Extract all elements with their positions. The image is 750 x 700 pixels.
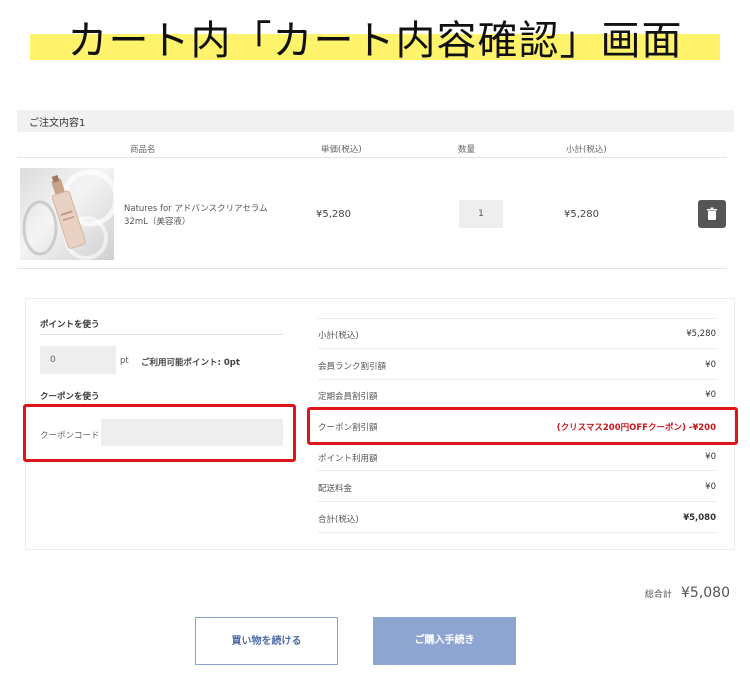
divider — [17, 268, 727, 269]
divider — [40, 334, 283, 335]
points-unit: pt — [120, 356, 129, 366]
summary-value-shipping: ¥0 — [705, 482, 716, 492]
grand-total: 総合計 ¥5,080 — [645, 582, 730, 601]
divider — [17, 157, 727, 158]
summary-label-rank-discount: 会員ランク割引額 — [318, 362, 387, 372]
divider — [318, 379, 716, 380]
product-name[interactable]: Natures for アドバンスクリアセラム 32mL（美容液） — [124, 203, 299, 229]
checkout-button[interactable]: ご購入手続き — [373, 617, 516, 665]
summary-value-rank-discount: ¥0 — [705, 360, 716, 370]
summary-label-subtotal: 小計(税込) — [318, 331, 359, 341]
divider — [318, 348, 716, 349]
column-header-quantity: 数量 — [458, 145, 476, 155]
summary-value-total: ¥5,080 — [683, 513, 716, 523]
column-header-product: 商品名 — [130, 145, 156, 155]
summary-label-points-used: ポイント利用額 — [318, 454, 378, 464]
product-subtotal: ¥5,280 — [564, 209, 599, 220]
coupon-discount-annotation-box — [307, 407, 738, 445]
summary-value-subscription-discount: ¥0 — [705, 390, 716, 400]
continue-shopping-button[interactable]: 買い物を続ける — [195, 617, 338, 665]
summary-label-total: 合計(税込) — [318, 515, 359, 525]
points-heading: ポイントを使う — [40, 320, 100, 330]
product-unit-price: ¥5,280 — [316, 209, 351, 220]
order-section-title: ご注文内容1 — [29, 118, 86, 129]
coupon-annotation-box — [23, 404, 296, 462]
coupon-heading: クーポンを使う — [40, 392, 100, 402]
summary-value-subtotal: ¥5,280 — [686, 329, 716, 339]
summary-value-points-used: ¥0 — [705, 452, 716, 462]
divider — [318, 501, 716, 502]
grand-total-value: ¥5,080 — [681, 585, 730, 601]
trash-icon — [707, 207, 717, 220]
page-title: カート内「カート内容確認」画面 — [67, 18, 683, 64]
serum-bottle-image — [20, 168, 114, 260]
quantity-input[interactable]: 1 — [459, 200, 503, 228]
points-input[interactable]: 0 — [40, 346, 116, 374]
column-header-subtotal: 小計(税込) — [566, 145, 607, 155]
divider — [318, 470, 716, 471]
divider — [318, 532, 716, 533]
summary-label-shipping: 配送料金 — [318, 484, 353, 494]
grand-total-label: 総合計 — [644, 590, 672, 600]
divider — [318, 318, 716, 319]
order-section-header: ご注文内容1 — [17, 110, 734, 132]
column-header-unit-price: 単価(税込) — [321, 145, 362, 155]
summary-label-subscription-discount: 定期会員割引額 — [318, 392, 378, 402]
available-points-label: ご利用可能ポイント: 0pt — [141, 358, 240, 368]
delete-item-button[interactable] — [698, 200, 726, 228]
